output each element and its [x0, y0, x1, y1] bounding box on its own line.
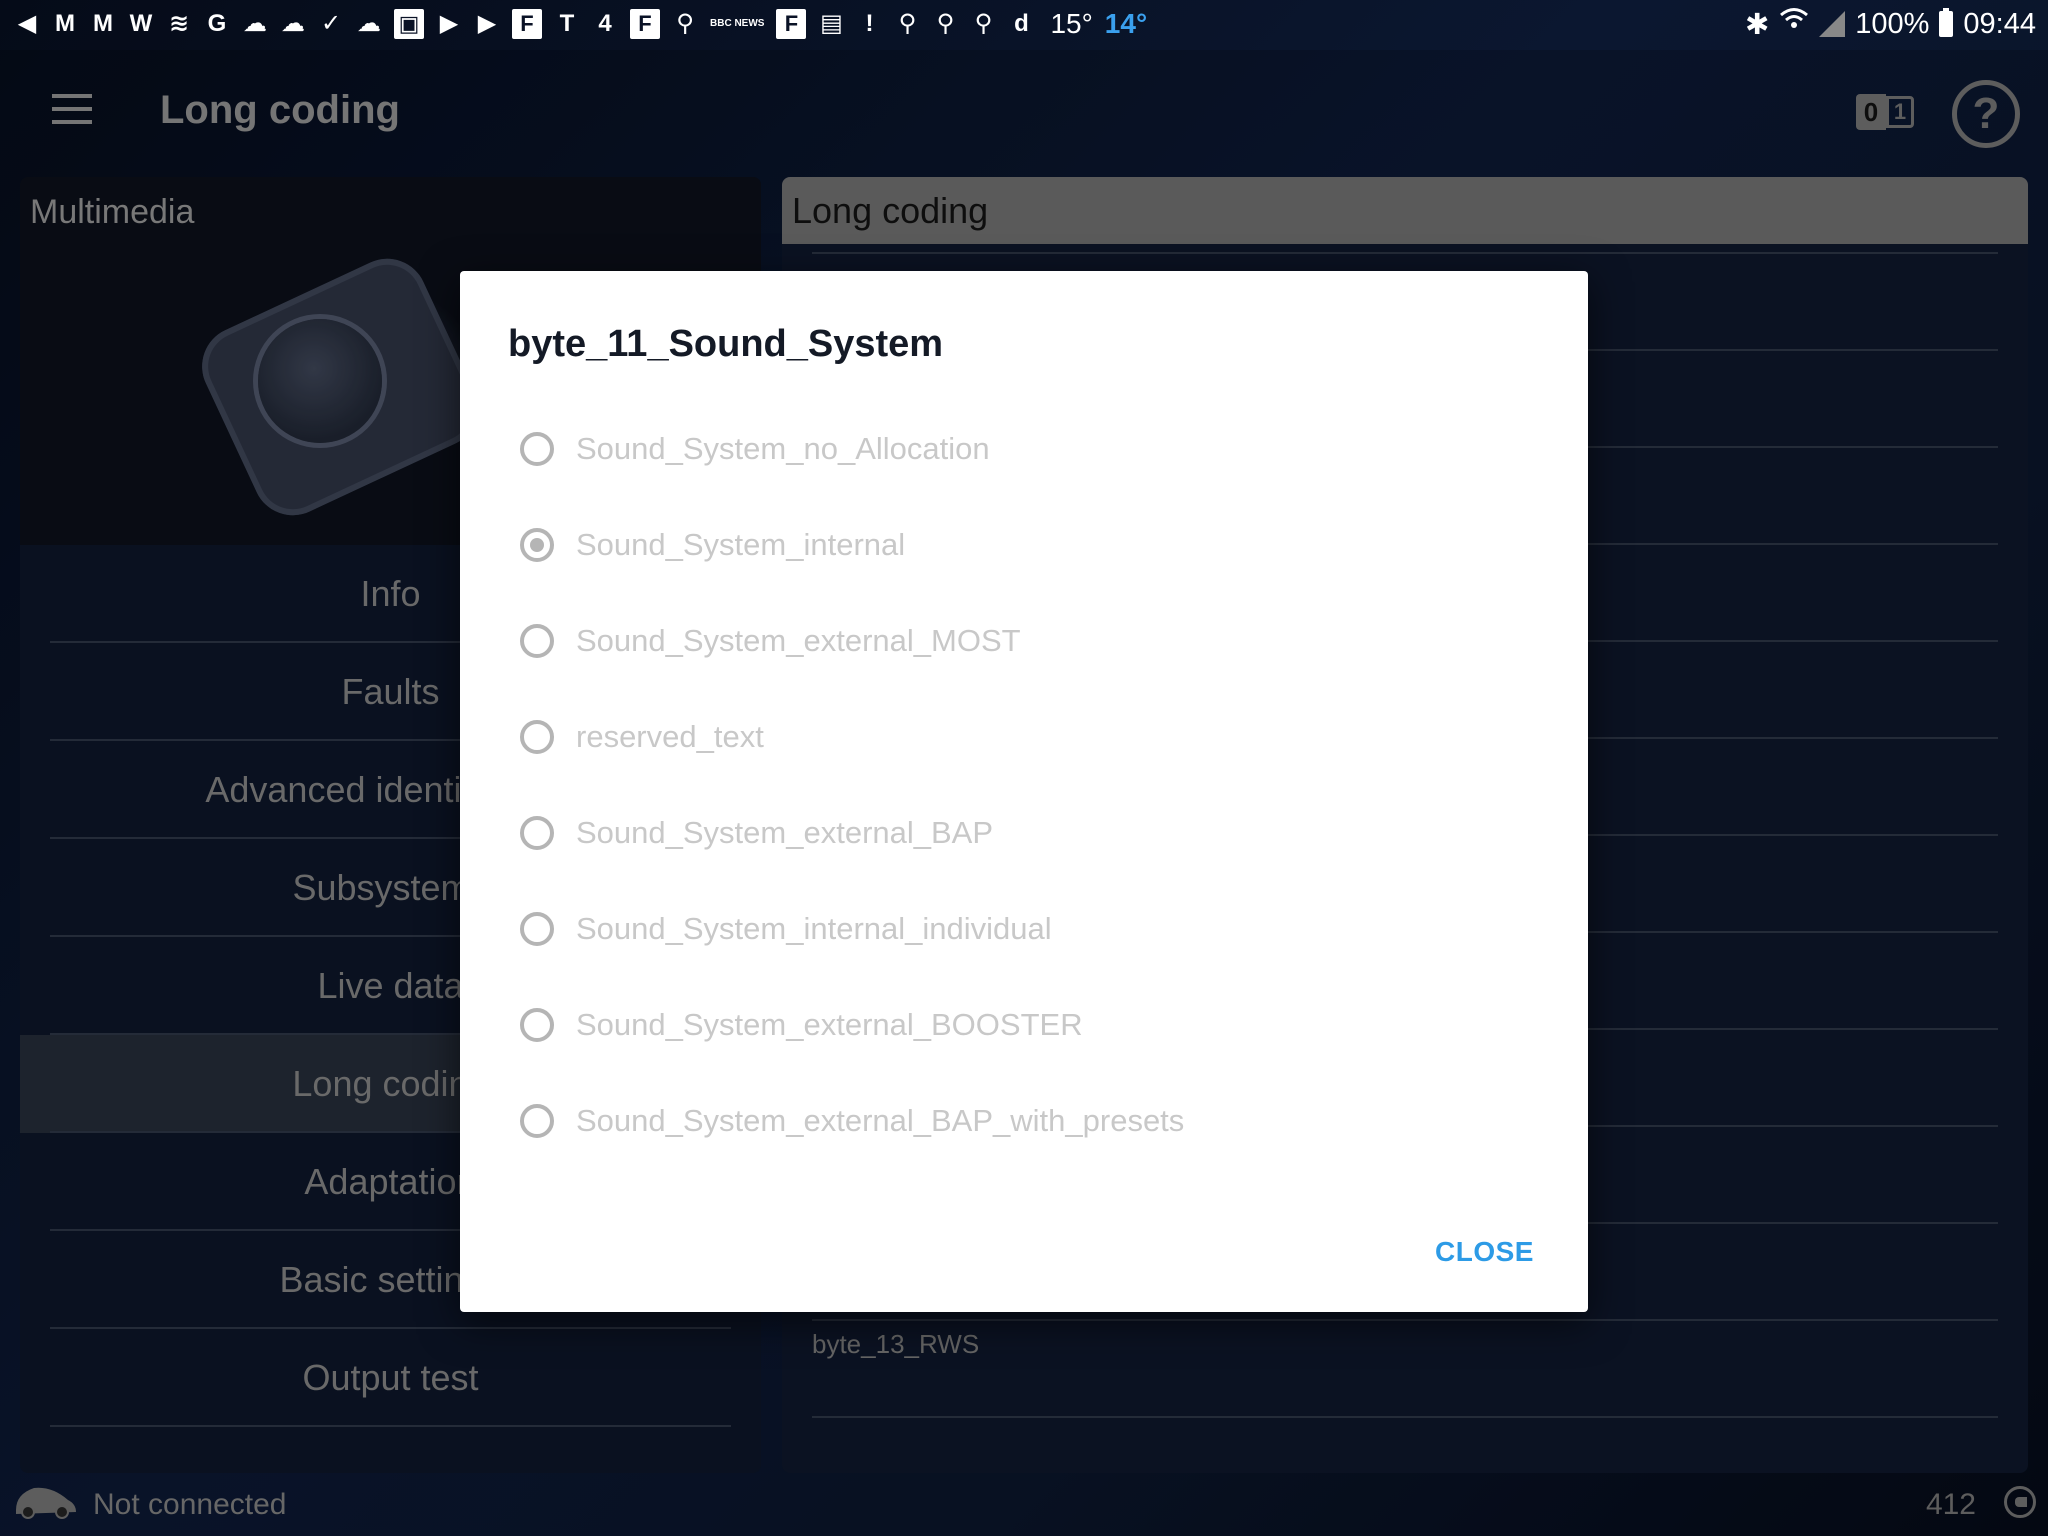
- radio-option[interactable]: Sound_System_external_BOOSTER: [460, 977, 1588, 1073]
- flipboard-icon-2: F: [630, 9, 660, 39]
- cloud-sync-icon: ☁: [243, 10, 267, 37]
- radio-unchecked-icon[interactable]: [520, 624, 554, 658]
- location-pin-icon-2: ⚲: [898, 10, 917, 37]
- flipboard-icon-3: F: [776, 9, 807, 39]
- location-pin-icon: ⚲: [676, 10, 694, 37]
- clock: 09:44: [1963, 7, 2036, 40]
- battery-percent: 100%: [1855, 7, 1930, 40]
- channel4-icon: 4: [598, 10, 612, 37]
- close-button[interactable]: CLOSE: [1435, 1236, 1534, 1268]
- radio-option-label: Sound_System_no_Allocation: [576, 431, 990, 466]
- alert-message-icon: !: [865, 10, 874, 37]
- radio-option-label: Sound_System_internal: [576, 527, 906, 562]
- gmail-icon: M: [55, 10, 75, 37]
- radio-unchecked-icon[interactable]: [520, 912, 554, 946]
- gmail-icon-2: M: [93, 10, 113, 37]
- flipboard-icon: F: [512, 9, 542, 39]
- volume-icon: ◀: [17, 10, 37, 37]
- radio-group: Sound_System_no_Allocation Sound_System_i…: [460, 401, 1588, 1169]
- radio-unchecked-icon[interactable]: [520, 432, 554, 466]
- download-done-icon: ✓: [320, 10, 342, 37]
- radio-option[interactable]: Sound_System_external_BAP: [460, 785, 1588, 881]
- bluetooth-icon: ✱: [1744, 8, 1770, 41]
- system-status: ✱ 100% 09:44: [1745, 4, 2036, 44]
- radio-option-label: Sound_System_external_BAP: [576, 815, 994, 850]
- radio-unchecked-icon[interactable]: [520, 1104, 554, 1138]
- location-pin-icon-3: ⚲: [936, 10, 955, 37]
- radio-option[interactable]: Sound_System_internal_individual: [460, 881, 1588, 977]
- radio-option-label: Sound_System_internal_individual: [576, 911, 1052, 946]
- radio-option[interactable]: Sound_System_internal: [460, 497, 1588, 593]
- cloud-icon-2: ☁: [357, 10, 381, 37]
- wifi-icon: [1779, 6, 1809, 42]
- radio-option-label: Sound_System_external_MOST: [576, 623, 1021, 658]
- location-pin-icon-4: ⚲: [974, 10, 993, 37]
- youtube-icon-2: ▶: [477, 10, 497, 37]
- w-app-icon: W: [129, 10, 153, 37]
- notification-icons: ◀ M M W ≋ G ☁ ☁ ✓ ☁ ▣ ▶ ▶ F T 4 F ⚲ BBC NEWS F ▤! ⚲ ⚲ ⚲ d 15° 14°: [14, 6, 1147, 42]
- radio-option[interactable]: Sound_System_no_Allocation: [460, 401, 1588, 497]
- radio-option-label: Sound_System_external_BOOSTER: [576, 1007, 1083, 1042]
- telegraph-icon: T: [559, 10, 575, 37]
- status-bar: ◀ M M W ≋ G ☁ ☁ ✓ ☁ ▣ ▶ ▶ F T 4 F ⚲ BBC NEWS F ▤! ⚲ ⚲ ⚲ d 15° 14° …: [0, 0, 2048, 50]
- radio-option[interactable]: Sound_System_external_BAP_with_presets: [460, 1073, 1588, 1169]
- youtube-icon: ▶: [439, 10, 459, 37]
- radio-option[interactable]: Sound_System_external_MOST: [460, 593, 1588, 689]
- news-reader-icon: ▤: [820, 10, 843, 37]
- radio-unchecked-icon[interactable]: [520, 720, 554, 754]
- cloud-icon: ☁: [281, 10, 305, 37]
- d-app-icon: d: [1014, 10, 1029, 37]
- signal-icon: [1819, 11, 1846, 37]
- radio-unchecked-icon[interactable]: [520, 816, 554, 850]
- option-dialog: byte_11_Sound_System Sound_System_no_All…: [460, 271, 1588, 1312]
- dialog-title: byte_11_Sound_System: [508, 323, 944, 365]
- radio-option-label: Sound_System_external_BAP_with_presets: [576, 1103, 1185, 1138]
- guardian-icon: G: [207, 10, 227, 37]
- gallery-icon: ▣: [394, 9, 424, 39]
- radio-option-label: reserved_text: [576, 719, 764, 754]
- radio-unchecked-icon[interactable]: [520, 1008, 554, 1042]
- temperature-alt: 14°: [1104, 8, 1148, 39]
- battery-icon: [1939, 8, 1954, 37]
- bbc-news-icon: BBC NEWS: [710, 18, 765, 29]
- waves-app-icon: ≋: [168, 10, 190, 37]
- temperature-current: 15°: [1050, 8, 1093, 39]
- radio-checked-icon[interactable]: [520, 528, 554, 562]
- radio-option[interactable]: reserved_text: [460, 689, 1588, 785]
